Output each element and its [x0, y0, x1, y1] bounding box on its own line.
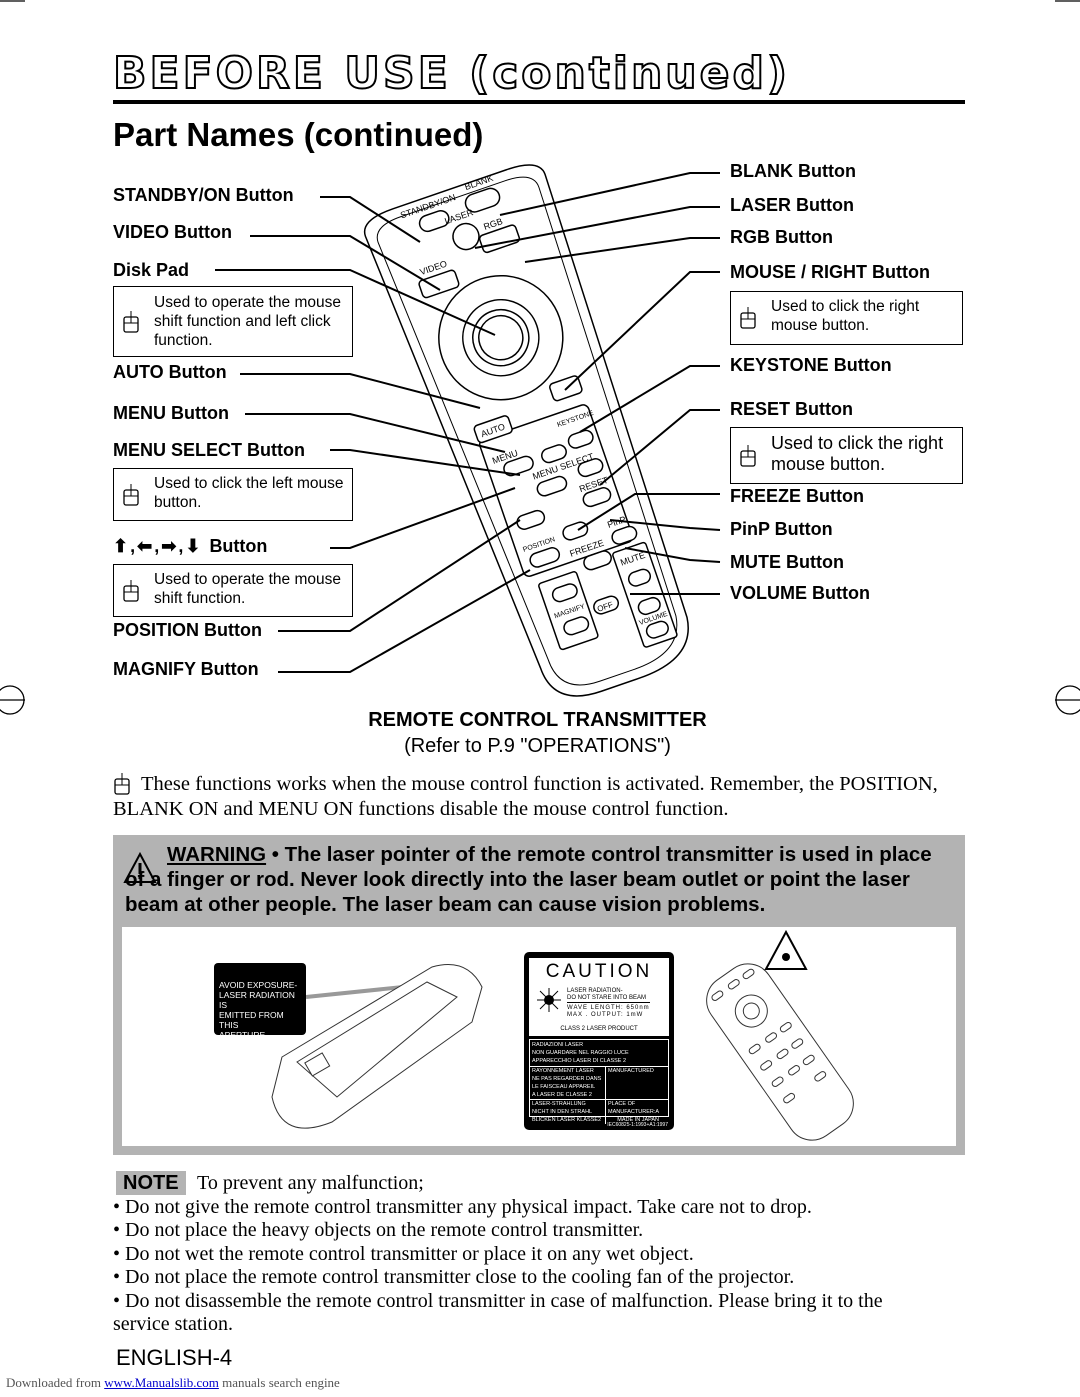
- label-menu: MENU Button: [113, 403, 229, 423]
- aperture-label: AVOID EXPOSURE- LASER RADIATION IS EMITTED…: [214, 963, 306, 1040]
- laser-warning-triangle-icon: [764, 929, 808, 970]
- label-arrows: ⬆, ⬅, ➡, ⬇ Button: [113, 536, 268, 556]
- label-video: VIDEO Button: [113, 222, 232, 242]
- label-magnify: MAGNIFY Button: [113, 659, 259, 679]
- label-standby: STANDBY/ON Button: [113, 185, 294, 205]
- caution-mfd: MANUFACTURED: [608, 1068, 654, 1074]
- mouse-icon: [740, 306, 756, 329]
- caution-line: CLASS 2 LASER PRODUCT: [560, 1026, 638, 1032]
- footer-prefix: Downloaded from: [6, 1375, 105, 1390]
- note-item: • Do not disassemble the remote control …: [113, 1290, 883, 1312]
- note-item: • Do not wet the remote control transmit…: [113, 1243, 694, 1265]
- label-auto: AUTO Button: [113, 362, 227, 382]
- note-badge: NOTE: [116, 1171, 186, 1195]
- note-reset: Used to click the right mouse button.: [730, 427, 963, 484]
- label-position: POSITION Button: [113, 620, 262, 640]
- caution-line: LASER RADIATION-: [567, 988, 623, 994]
- caution-it: NON GUARDARE NEL RAGGIO LUCE: [532, 1050, 629, 1056]
- mouse-note-text: These functions works when the mouse con…: [113, 773, 938, 820]
- label-disk-pad: Disk Pad: [113, 260, 190, 280]
- caution-fr: A LASER DE CLASSE 2: [532, 1092, 592, 1098]
- label-reset: RESET Button: [730, 399, 853, 419]
- note-text: Used to click the right mouse button.: [771, 298, 920, 334]
- warning-label: WARNING: [167, 843, 267, 866]
- mouse-icon: [123, 482, 139, 506]
- label-keystone: KEYSTONE Button: [730, 355, 892, 375]
- mouse-function-note: These functions works when the mouse con…: [113, 772, 968, 822]
- caution-line: DO NOT STARE INTO BEAM: [567, 995, 650, 1003]
- caution-de: BLICKEN LASER KLASSE2: [532, 1117, 602, 1123]
- label-freeze: FREEZE Button: [730, 486, 864, 506]
- note-text: Used to operate the mouse shift function…: [154, 571, 341, 607]
- mouse-icon: [114, 772, 130, 795]
- note-arrows: Used to operate the mouse shift function…: [113, 564, 353, 617]
- note-item: • Do not place the remote control transm…: [113, 1266, 795, 1288]
- caution-line: WAVE LENGTH: 650nm: [567, 1005, 650, 1011]
- arrows-label-text: Button: [209, 536, 268, 556]
- note-text: Used to click the left mouse button.: [154, 475, 344, 511]
- note-disk-pad: Used to operate the mouse shift function…: [113, 286, 353, 357]
- aperture-line: AVOID EXPOSURE-: [219, 980, 298, 990]
- figure-caption: REMOTE CONTROL TRANSMITTER: [368, 709, 707, 731]
- caution-de: LASER-STRAHLUNG: [532, 1101, 586, 1107]
- mouse-icon: [123, 309, 139, 333]
- label-mouse-right: MOUSE / RIGHT Button: [730, 262, 930, 282]
- arrow-right-icon: ➡: [161, 536, 177, 556]
- label-volume: VOLUME Button: [730, 583, 870, 603]
- label-mute: MUTE Button: [730, 552, 844, 572]
- arrow-left-icon: ⬅: [137, 536, 153, 556]
- label-menu-select: MENU SELECT Button: [113, 440, 305, 460]
- caution-fr: LE FAISCEAU APPAREIL: [532, 1084, 596, 1090]
- footer: Downloaded from www.Manualslib.com manua…: [6, 1375, 340, 1391]
- label-rgb: RGB Button: [730, 227, 833, 247]
- mouse-icon: [123, 578, 139, 602]
- caution-de: NICHT IN DEN STRAHL: [532, 1109, 593, 1115]
- caution-title: CAUTION: [545, 961, 653, 982]
- arrow-up-icon: ⬆: [113, 536, 129, 556]
- label-laser: LASER Button: [730, 195, 854, 215]
- label-pinp: PinP Button: [730, 519, 833, 539]
- caution-it: APPARECCHIO LASER DI CLASSE 2: [532, 1058, 627, 1064]
- caution-standard: IEC60825-1:1993+A1:1997: [607, 1122, 668, 1128]
- note-item: • Do not place the heavy objects on the …: [113, 1219, 644, 1241]
- mouse-icon: [740, 443, 756, 467]
- caution-place: PLACE OF: [608, 1101, 636, 1107]
- figure-reference: (Refer to P.9 "OPERATIONS"): [404, 735, 671, 757]
- caution-label: CAUTION LASER RADIATION- DO NOT STARE IN…: [524, 952, 674, 1130]
- note-mouse-right: Used to click the right mouse button.: [730, 291, 963, 345]
- warning-text: WARNING • The laser pointer of the remot…: [125, 842, 955, 917]
- manualslib-link[interactable]: www.Manualslib.com: [104, 1375, 219, 1390]
- page-number: ENGLISH-4: [116, 1345, 233, 1370]
- aperture-line: EMITTED FROM THIS: [219, 1010, 284, 1030]
- label-blank: BLANK Button: [730, 161, 856, 181]
- note-text: Used to click the right mouse button.: [771, 433, 944, 474]
- caution-fr: RAYONNEMENT LASER: [532, 1068, 594, 1074]
- caution-it: RADIAZIONI LASER: [532, 1042, 584, 1048]
- laser-starburst-icon: [537, 988, 561, 1012]
- aperture-line: LASER RADIATION IS: [219, 990, 295, 1010]
- note-item: service station.: [113, 1313, 233, 1335]
- note-intro: To prevent any malfunction;: [197, 1172, 424, 1194]
- caution-place: MANUFACTURER:A: [608, 1109, 660, 1115]
- aperture-line: APERTURE: [219, 1030, 266, 1040]
- arrow-down-icon: ⬇: [185, 536, 201, 556]
- footer-suffix: manuals search engine: [218, 1375, 340, 1390]
- note-item: • Do not give the remote control transmi…: [113, 1196, 812, 1218]
- note-menu-select: Used to click the left mouse button.: [113, 468, 353, 521]
- caution-line: MAX . OUTPUT: 1mW: [567, 1012, 644, 1018]
- caution-fr: NE PAS REGARDER DANS: [532, 1076, 602, 1082]
- note-text: Used to operate the mouse shift function…: [154, 294, 341, 349]
